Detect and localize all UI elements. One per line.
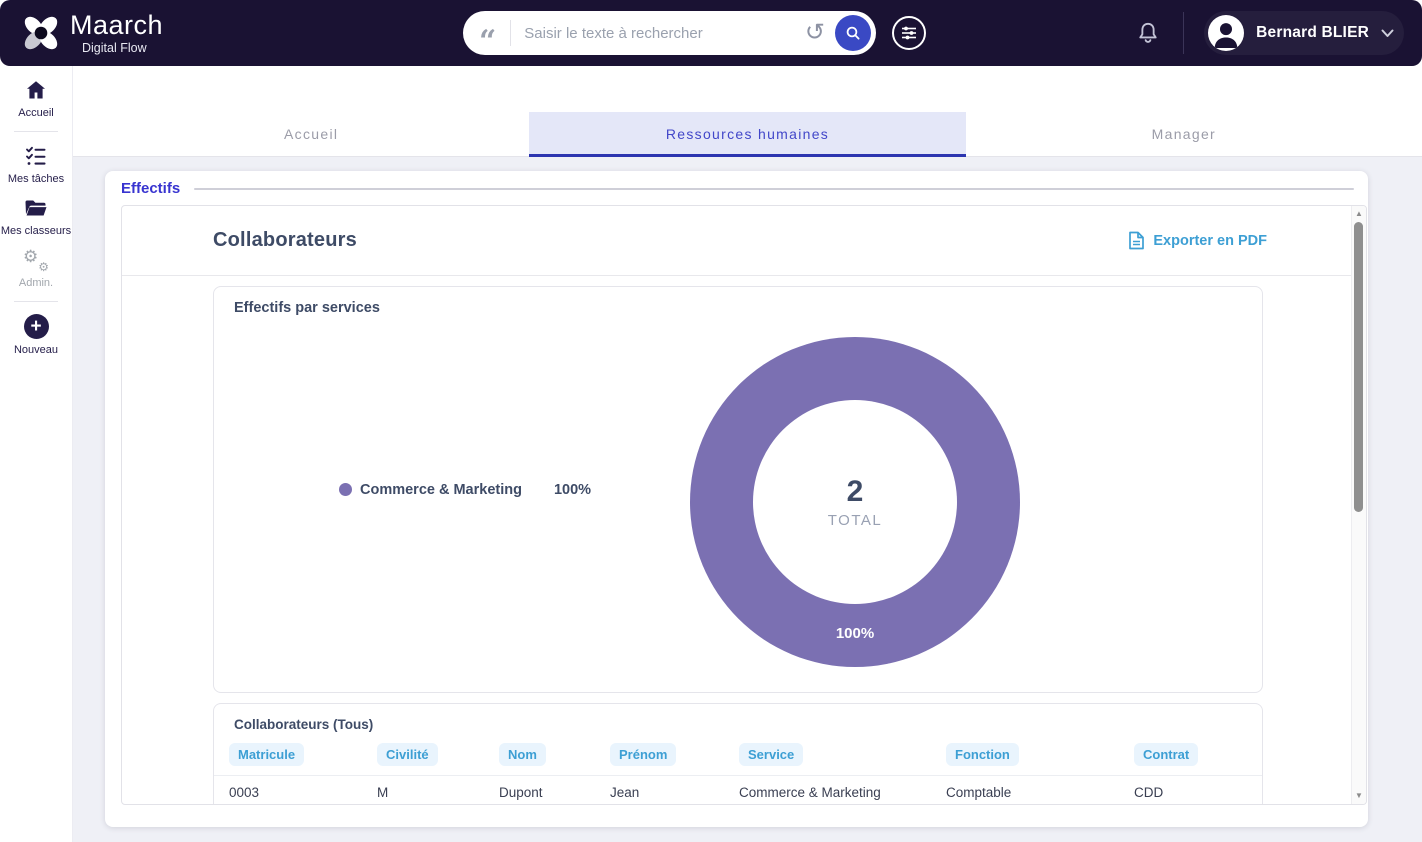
column-header-prenom[interactable]: Prénom xyxy=(610,743,676,766)
advanced-search-button[interactable] xyxy=(892,16,926,50)
avatar xyxy=(1208,15,1244,51)
column-header-civilite[interactable]: Civilité xyxy=(377,743,438,766)
sidebar-item-label: Nouveau xyxy=(14,344,58,356)
tab-label: Manager xyxy=(1152,126,1216,142)
tab-label: Ressources humaines xyxy=(666,126,829,142)
search-history-icon[interactable]: ↺ xyxy=(805,21,825,45)
sidebar-item-label: Accueil xyxy=(18,107,53,119)
topbar-divider xyxy=(1183,12,1184,54)
gears-icon: ⚙⚙ xyxy=(23,248,49,272)
sidebar-divider xyxy=(14,131,58,132)
search-divider xyxy=(510,20,511,46)
tabbar: Accueil Ressources humaines Manager xyxy=(93,112,1402,156)
cell-service: Commerce & Marketing xyxy=(739,785,946,800)
column-header-service[interactable]: Service xyxy=(739,743,803,766)
search-input[interactable] xyxy=(524,25,801,42)
app-title-sub: Digital Flow xyxy=(82,42,163,55)
plus-icon: + xyxy=(24,314,49,339)
column-header-nom[interactable]: Nom xyxy=(499,743,546,766)
sidebar-item-admin[interactable]: ⚙⚙ Admin. xyxy=(0,248,72,289)
search-bar: “ ↺ xyxy=(463,11,876,55)
cell-prenom: Jean xyxy=(610,785,739,800)
legend-dot xyxy=(339,483,352,496)
cell-contrat: CDD xyxy=(1134,785,1262,800)
section-title: Effectifs xyxy=(121,180,180,197)
person-icon xyxy=(1208,15,1244,51)
scrollbar-thumb[interactable] xyxy=(1354,222,1363,512)
export-pdf-label: Exporter en PDF xyxy=(1153,233,1267,249)
sidebar-item-label: Mes tâches xyxy=(8,173,64,185)
tab-label: Accueil xyxy=(284,126,338,142)
section-rule xyxy=(194,188,1354,190)
user-name: Bernard BLIER xyxy=(1256,24,1369,42)
chart-card: Effectifs par services Commerce & Market… xyxy=(213,286,1263,693)
legend-label: Commerce & Marketing xyxy=(360,482,522,498)
column-header-matricule[interactable]: Matricule xyxy=(229,743,304,766)
bell-icon xyxy=(1135,20,1161,46)
content: Effectifs Collaborateurs xyxy=(73,157,1422,842)
tabs-area: Accueil Ressources humaines Manager xyxy=(73,66,1422,157)
cell-nom: Dupont xyxy=(499,785,610,800)
tab-manager[interactable]: Manager xyxy=(966,112,1402,156)
donut-total-label: TOTAL xyxy=(828,512,882,529)
cell-matricule: 0003 xyxy=(229,785,377,800)
search-button[interactable] xyxy=(835,15,871,51)
column-header-contrat[interactable]: Contrat xyxy=(1134,743,1198,766)
sidebar-item-accueil[interactable]: Accueil xyxy=(0,78,72,119)
legend-value: 100% xyxy=(554,482,591,498)
table-header-row: Matricule Civilité Nom Prénom Service Fo… xyxy=(214,743,1262,776)
chart-legend: Commerce & Marketing 100% xyxy=(339,287,591,692)
sidebar-item-label: Admin. xyxy=(19,277,53,289)
donut-center: 2 TOTAL xyxy=(753,400,957,604)
section-head: Effectifs xyxy=(105,171,1368,197)
app-title: Maarch Digital Flow xyxy=(70,12,163,55)
tab-accueil[interactable]: Accueil xyxy=(93,112,529,156)
tasks-icon xyxy=(24,144,48,168)
notifications-button[interactable] xyxy=(1135,20,1161,46)
donut-slice-label: 100% xyxy=(836,625,874,642)
scroll-down-arrow[interactable]: ▼ xyxy=(1352,792,1366,800)
sidebar-item-mes-classeurs[interactable]: Mes classeurs xyxy=(0,196,72,237)
effectifs-card: Effectifs Collaborateurs xyxy=(105,171,1368,827)
panel-header: Collaborateurs Exporter en PDF xyxy=(122,206,1366,276)
donut-total-value: 2 xyxy=(847,475,864,509)
sliders-icon xyxy=(900,24,918,42)
sidebar-item-label: Mes classeurs xyxy=(1,225,71,237)
chevron-down-icon xyxy=(1381,29,1394,38)
scroll-up-arrow[interactable]: ▲ xyxy=(1352,210,1366,218)
sidebar-item-mes-taches[interactable]: Mes tâches xyxy=(0,144,72,185)
sidebar-item-nouveau[interactable]: + Nouveau xyxy=(0,314,72,356)
sidebar: Accueil Mes tâches Mes classeurs ⚙⚙ xyxy=(0,66,73,842)
donut-chart: 2 TOTAL 100% xyxy=(690,337,1020,667)
app-logo[interactable]: Maarch Digital Flow xyxy=(20,12,163,55)
table-title: Collaborateurs (Tous) xyxy=(214,704,1262,743)
pdf-file-icon xyxy=(1128,231,1145,250)
app-title-main: Maarch xyxy=(70,12,163,39)
cell-civilite: M xyxy=(377,785,499,800)
export-pdf-button[interactable]: Exporter en PDF xyxy=(1128,231,1267,250)
maarch-flower-icon xyxy=(20,12,62,54)
column-header-fonction[interactable]: Fonction xyxy=(946,743,1019,766)
collaborateurs-panel: Collaborateurs Exporter en PDF xyxy=(121,205,1367,805)
folder-open-icon xyxy=(23,196,49,220)
cell-fonction: Comptable xyxy=(946,785,1134,800)
panel-scrollbar[interactable]: ▲ ▼ xyxy=(1351,206,1366,804)
magnifier-icon xyxy=(845,25,861,41)
main-area: Accueil Ressources humaines Manager Effe… xyxy=(73,66,1422,842)
sidebar-divider xyxy=(14,301,58,302)
user-menu[interactable]: Bernard BLIER xyxy=(1204,11,1404,55)
table-row[interactable]: 0003 M Dupont Jean Commerce & Marketing … xyxy=(214,776,1262,805)
topbar: Maarch Digital Flow “ ↺ xyxy=(0,0,1422,66)
home-icon xyxy=(24,78,48,102)
table-card: Collaborateurs (Tous) Matricule Civilité… xyxy=(213,703,1263,805)
tab-ressources-humaines[interactable]: Ressources humaines xyxy=(529,112,965,156)
panel-title: Collaborateurs xyxy=(213,229,357,252)
panel-body: Effectifs par services Commerce & Market… xyxy=(122,276,1366,805)
